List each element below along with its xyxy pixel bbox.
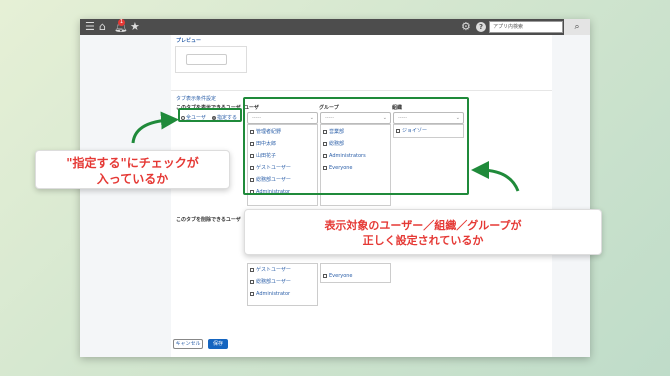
list-item[interactable]: 総務部ユーザー (250, 279, 291, 286)
gear-icon[interactable]: ⚙ (461, 20, 471, 34)
notification-badge: 1 (118, 19, 125, 26)
delete-group-list: Everyone (320, 263, 391, 283)
delete-user-label: このタブを削除できるユーザ (176, 217, 241, 223)
top-bar: ☰ ⌂ 🔔︎ 1 ★ ⚙ ? アプリ内検索 ⌕ (80, 19, 590, 35)
search-input[interactable]: アプリ内検索 (489, 21, 563, 33)
search-button[interactable]: ⌕ (564, 19, 590, 35)
help-icon[interactable]: ? (476, 22, 486, 32)
list-item[interactable]: Everyone (323, 273, 353, 280)
tab-conditions-label: タブ表示条件設定 (176, 96, 217, 102)
save-button[interactable]: 保存 (208, 339, 228, 349)
checkbox-icon (323, 273, 327, 278)
menu-icon[interactable]: ☰ (85, 20, 95, 34)
search-icon: ⌕ (574, 22, 580, 32)
left-callout-line2: 入っているか (96, 172, 169, 186)
left-callout-line1: "指定する"にチェックが (66, 156, 199, 170)
delete-user-list: ゲストユーザー 総務部ユーザー Administrator (247, 263, 318, 306)
checkbox-icon (250, 267, 254, 272)
right-callout-line2: 正しく設定されているか (362, 234, 484, 247)
left-callout: "指定する"にチェックが 入っているか (35, 150, 230, 189)
right-callout-line1: 表示対象のユーザー／組織／グループが (324, 219, 522, 232)
list-item[interactable]: Administrator (250, 291, 290, 298)
radio-highlight-box (178, 108, 242, 122)
home-icon[interactable]: ⌂ (99, 20, 106, 34)
divider (171, 90, 552, 91)
checkbox-icon (250, 291, 254, 296)
cancel-button[interactable]: キャンセル (173, 339, 203, 349)
preview-tab (186, 54, 227, 65)
star-icon[interactable]: ★ (130, 20, 140, 34)
right-callout: 表示対象のユーザー／組織／グループが 正しく設定されているか (244, 209, 602, 255)
selection-highlight-box (243, 97, 469, 195)
list-item[interactable]: ゲストユーザー (250, 267, 291, 274)
preview-box (175, 46, 247, 73)
preview-label: プレビュー (176, 38, 202, 44)
main-content: プレビュー タブ表示条件設定 このタブを表示できるユーザ 全ユーザ 指定する ユ… (171, 35, 552, 357)
checkbox-icon (250, 279, 254, 284)
